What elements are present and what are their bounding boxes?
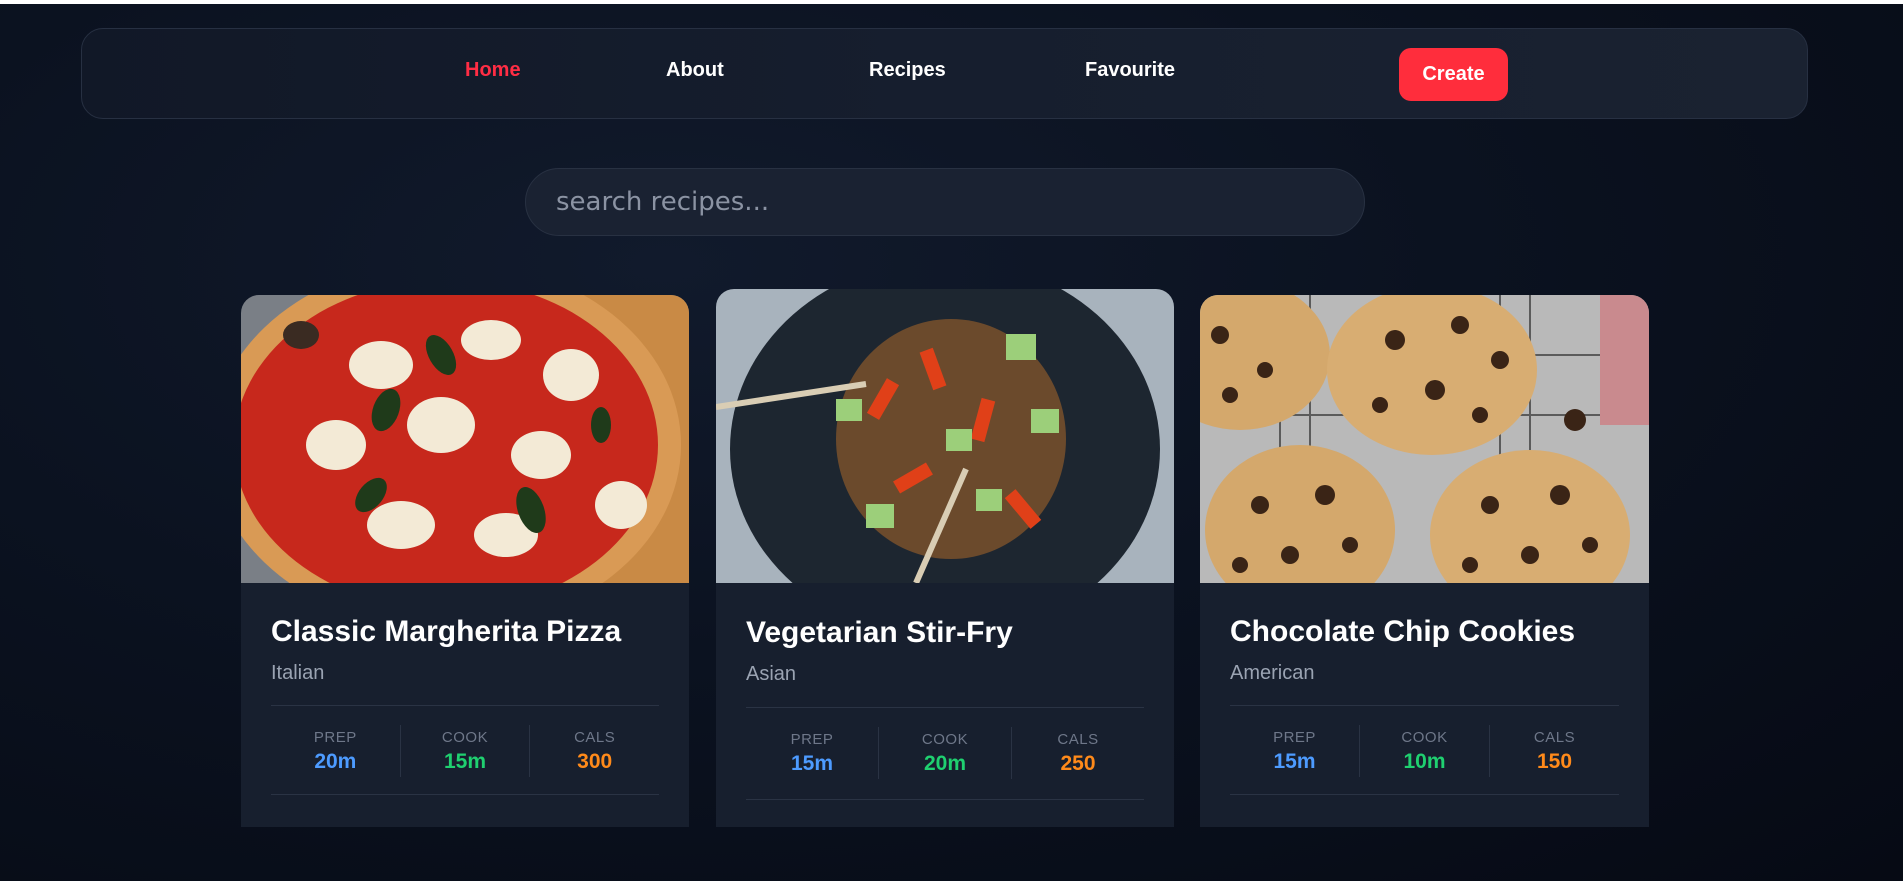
nav-about-link[interactable]: About: [666, 59, 724, 82]
recipe-cuisine: American: [1230, 662, 1315, 684]
cook-stat: COOK 20m: [878, 727, 1011, 779]
create-button[interactable]: Create: [1399, 48, 1508, 101]
cals-label: CALS: [574, 728, 616, 746]
search-bar: [525, 168, 1365, 236]
cook-value: 20m: [923, 751, 967, 775]
nav-home-link[interactable]: Home: [465, 59, 521, 82]
recipe-title: Vegetarian Stir-Fry: [746, 616, 1013, 649]
recipe-title: Classic Margherita Pizza: [271, 615, 622, 648]
divider: [1230, 705, 1619, 706]
nav-recipes-link[interactable]: Recipes: [869, 59, 946, 82]
stir-fry-image: [716, 289, 1174, 583]
prep-label: PREP: [313, 728, 357, 746]
divider: [746, 707, 1144, 708]
cals-value: 250: [1060, 751, 1096, 775]
search-input[interactable]: [556, 187, 1364, 217]
recipe-card[interactable]: Vegetarian Stir-Fry Asian PREP 15m COOK …: [716, 289, 1174, 827]
prep-stat: PREP 15m: [1230, 725, 1359, 777]
navbar: Home About Recipes Favourite Create: [81, 28, 1808, 119]
cook-label: COOK: [441, 728, 489, 746]
nav-favourite-link[interactable]: Favourite: [1085, 59, 1175, 82]
divider: [746, 799, 1144, 800]
recipe-stats: PREP 20m COOK 15m CALS 300: [271, 725, 659, 777]
recipe-card[interactable]: Chocolate Chip Cookies American PREP 15m…: [1200, 295, 1649, 827]
cals-stat: CALS 150: [1489, 725, 1619, 777]
recipe-stats: PREP 15m COOK 10m CALS 150: [1230, 725, 1619, 777]
recipe-cuisine: Italian: [271, 662, 325, 684]
prep-value: 15m: [790, 751, 834, 775]
recipe-stats: PREP 15m COOK 20m CALS 250: [746, 727, 1144, 779]
prep-stat: PREP 15m: [746, 727, 878, 779]
cals-label: CALS: [1057, 730, 1099, 748]
recipe-cuisine: Asian: [746, 663, 797, 685]
prep-value: 15m: [1273, 749, 1316, 773]
cook-stat: COOK 10m: [1359, 725, 1489, 777]
cals-stat: CALS 300: [529, 725, 659, 777]
top-border: [0, 0, 1903, 4]
cook-label: COOK: [1401, 728, 1448, 746]
cook-value: 10m: [1403, 749, 1446, 773]
prep-value: 20m: [314, 749, 357, 773]
cook-label: COOK: [921, 730, 969, 748]
recipe-card[interactable]: Classic Margherita Pizza Italian PREP 20…: [241, 295, 689, 827]
prep-label: PREP: [1273, 728, 1316, 746]
divider: [1230, 794, 1619, 795]
divider: [271, 794, 659, 795]
divider: [271, 705, 659, 706]
pizza-image: [241, 295, 689, 583]
recipe-title: Chocolate Chip Cookies: [1230, 615, 1576, 648]
cals-label: CALS: [1533, 728, 1576, 746]
prep-stat: PREP 20m: [271, 725, 400, 777]
cals-value: 150: [1536, 749, 1573, 773]
cookies-image: [1200, 295, 1649, 583]
cook-stat: COOK 15m: [399, 725, 530, 777]
cals-value: 300: [577, 749, 613, 773]
prep-label: PREP: [790, 730, 834, 748]
cook-value: 15m: [443, 749, 487, 773]
cals-stat: CALS 250: [1011, 727, 1144, 779]
